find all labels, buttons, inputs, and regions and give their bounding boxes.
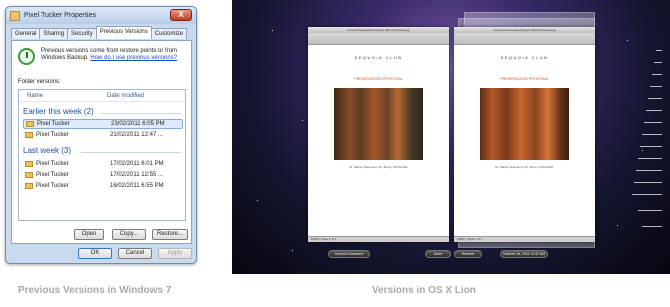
group-divider bbox=[101, 113, 181, 114]
tab-general[interactable]: General bbox=[11, 28, 41, 39]
help-link[interactable]: How do I use previous versions? bbox=[90, 55, 177, 61]
folder-icon bbox=[25, 183, 33, 189]
tab-customize[interactable]: Customize bbox=[150, 28, 188, 39]
versions-list[interactable]: Name Date modified Earlier this week (2)… bbox=[18, 89, 186, 221]
timeline-tick[interactable] bbox=[642, 134, 662, 135]
dialog-title: Pixel Tucker Properties bbox=[24, 12, 96, 19]
timeline-tick[interactable] bbox=[642, 226, 662, 227]
column-date-modified[interactable]: Date modified bbox=[105, 93, 144, 99]
timeline-tick[interactable] bbox=[640, 146, 662, 147]
star bbox=[302, 120, 303, 121]
versions-timeline[interactable] bbox=[632, 50, 662, 240]
timeline-tick[interactable] bbox=[650, 86, 662, 87]
item-date: 21/02/2011 12:47 ... bbox=[110, 132, 163, 138]
list-item[interactable]: Pixel Tucker 23/02/2011 6:05 PM bbox=[23, 119, 183, 129]
windows7-properties-dialog: Pixel Tucker Properties X General Sharin… bbox=[5, 6, 197, 264]
document-heading: PRESERVATION PROPOSAL bbox=[500, 77, 549, 81]
previous-versions-description: Previous versions come from restore poin… bbox=[41, 48, 189, 62]
tab-previous-versions[interactable]: Previous Versions bbox=[95, 26, 152, 39]
folder-versions-label: Folder versions: bbox=[18, 79, 61, 85]
item-date: 16/02/2011 6:55 PM bbox=[110, 183, 164, 189]
item-date: 23/02/2011 6:05 PM bbox=[111, 121, 165, 127]
restore-button[interactable]: Restore... bbox=[152, 229, 188, 240]
caption-windows7: Previous Versions in Windows 7 bbox=[18, 285, 172, 296]
list-item[interactable]: Pixel Tucker 16/02/2011 6:55 PM bbox=[23, 181, 183, 191]
sequoia-photo bbox=[480, 88, 569, 160]
apply-button: Apply bbox=[158, 248, 192, 259]
timeline-tick[interactable] bbox=[656, 50, 662, 51]
star bbox=[617, 225, 618, 226]
group-earlier-this-week[interactable]: Earlier this week (2) bbox=[23, 107, 94, 116]
folder-icon bbox=[25, 132, 33, 138]
folder-icon bbox=[26, 121, 34, 127]
document-toolbar bbox=[308, 33, 449, 45]
star bbox=[257, 200, 258, 201]
document-toolbar bbox=[454, 33, 595, 45]
timeline-tick[interactable] bbox=[644, 122, 662, 123]
tab-bar: General Sharing Security Previous Versio… bbox=[11, 26, 188, 39]
copy-button[interactable]: Copy... bbox=[112, 229, 146, 240]
timeline-tick[interactable] bbox=[638, 210, 662, 211]
item-date: 17/02/2011 6:01 PM bbox=[110, 161, 164, 167]
document-caption: Dr. Marley Robinson | Dr. Zhou | 10/16/2… bbox=[495, 165, 554, 169]
restore-clock-icon bbox=[18, 48, 35, 65]
cancel-button[interactable]: Cancel bbox=[118, 248, 152, 259]
timeline-tick[interactable] bbox=[636, 170, 662, 171]
tab-security[interactable]: Security bbox=[67, 28, 97, 39]
document-status-bar: 100% | Page 1 of 1 bbox=[308, 236, 449, 242]
timeline-tick[interactable] bbox=[648, 98, 662, 99]
current-document-window[interactable]: Forest Preservation Project (Word Proces… bbox=[308, 27, 449, 242]
item-name: Pixel Tucker bbox=[36, 132, 69, 138]
folder-icon bbox=[10, 10, 20, 21]
column-name[interactable]: Name bbox=[19, 93, 105, 99]
document-status-bar: 100% | Page 1 of 1 bbox=[454, 236, 595, 242]
timeline-tick[interactable] bbox=[632, 194, 662, 195]
osx-lion-versions-screen: Forest Preservation Project (Word Proces… bbox=[232, 0, 670, 274]
item-name: Pixel Tucker bbox=[37, 121, 70, 127]
version-timestamp: October 16, 2011 11:47 AM bbox=[500, 250, 548, 258]
item-name: Pixel Tucker bbox=[36, 161, 69, 167]
star bbox=[292, 250, 293, 251]
timeline-tick[interactable] bbox=[646, 110, 662, 111]
document-heading: PRESERVATION PROPOSAL bbox=[354, 77, 403, 81]
close-button[interactable]: X bbox=[170, 9, 192, 21]
group-last-week[interactable]: Last week (3) bbox=[23, 146, 71, 155]
previous-versions-panel: Previous versions come from restore poin… bbox=[11, 40, 192, 244]
current-document-button[interactable]: Current Document bbox=[328, 250, 370, 258]
group-divider bbox=[81, 152, 181, 153]
list-item[interactable]: Pixel Tucker 21/02/2011 12:47 ... bbox=[23, 130, 183, 140]
dialog-titlebar: Pixel Tucker Properties bbox=[6, 7, 196, 24]
list-header: Name Date modified bbox=[19, 90, 185, 102]
list-item[interactable]: Pixel Tucker 17/02/2011 6:01 PM bbox=[23, 159, 183, 169]
past-version-window[interactable]: Forest Preservation Project (Word Proces… bbox=[454, 27, 595, 242]
document-caption: Dr. Marley Robinson | Dr. Zhou | 10/16/2… bbox=[349, 165, 408, 169]
restore-version-button[interactable]: Restore bbox=[454, 250, 482, 258]
ok-button[interactable]: OK bbox=[78, 248, 112, 259]
timeline-tick[interactable] bbox=[638, 158, 662, 159]
item-name: Pixel Tucker bbox=[36, 172, 69, 178]
caption-osx-lion: Versions in OS X Lion bbox=[372, 285, 476, 296]
list-item[interactable]: Pixel Tucker 17/02/2011 12:55 ... bbox=[23, 170, 183, 180]
folder-icon bbox=[25, 172, 33, 178]
folder-icon bbox=[25, 161, 33, 167]
timeline-tick[interactable] bbox=[634, 182, 662, 183]
done-button[interactable]: Done bbox=[425, 250, 451, 258]
star bbox=[272, 30, 273, 31]
star bbox=[627, 40, 628, 41]
sequoia-photo bbox=[334, 88, 423, 160]
timeline-tick[interactable] bbox=[654, 62, 662, 63]
timeline-tick[interactable] bbox=[652, 74, 662, 75]
item-name: Pixel Tucker bbox=[36, 183, 69, 189]
tab-sharing[interactable]: Sharing bbox=[39, 28, 69, 39]
item-date: 17/02/2011 12:55 ... bbox=[110, 172, 163, 178]
document-header: SEQUOIA CLUB bbox=[354, 55, 403, 60]
document-header: SEQUOIA CLUB bbox=[500, 55, 549, 60]
open-button[interactable]: Open bbox=[74, 229, 104, 240]
